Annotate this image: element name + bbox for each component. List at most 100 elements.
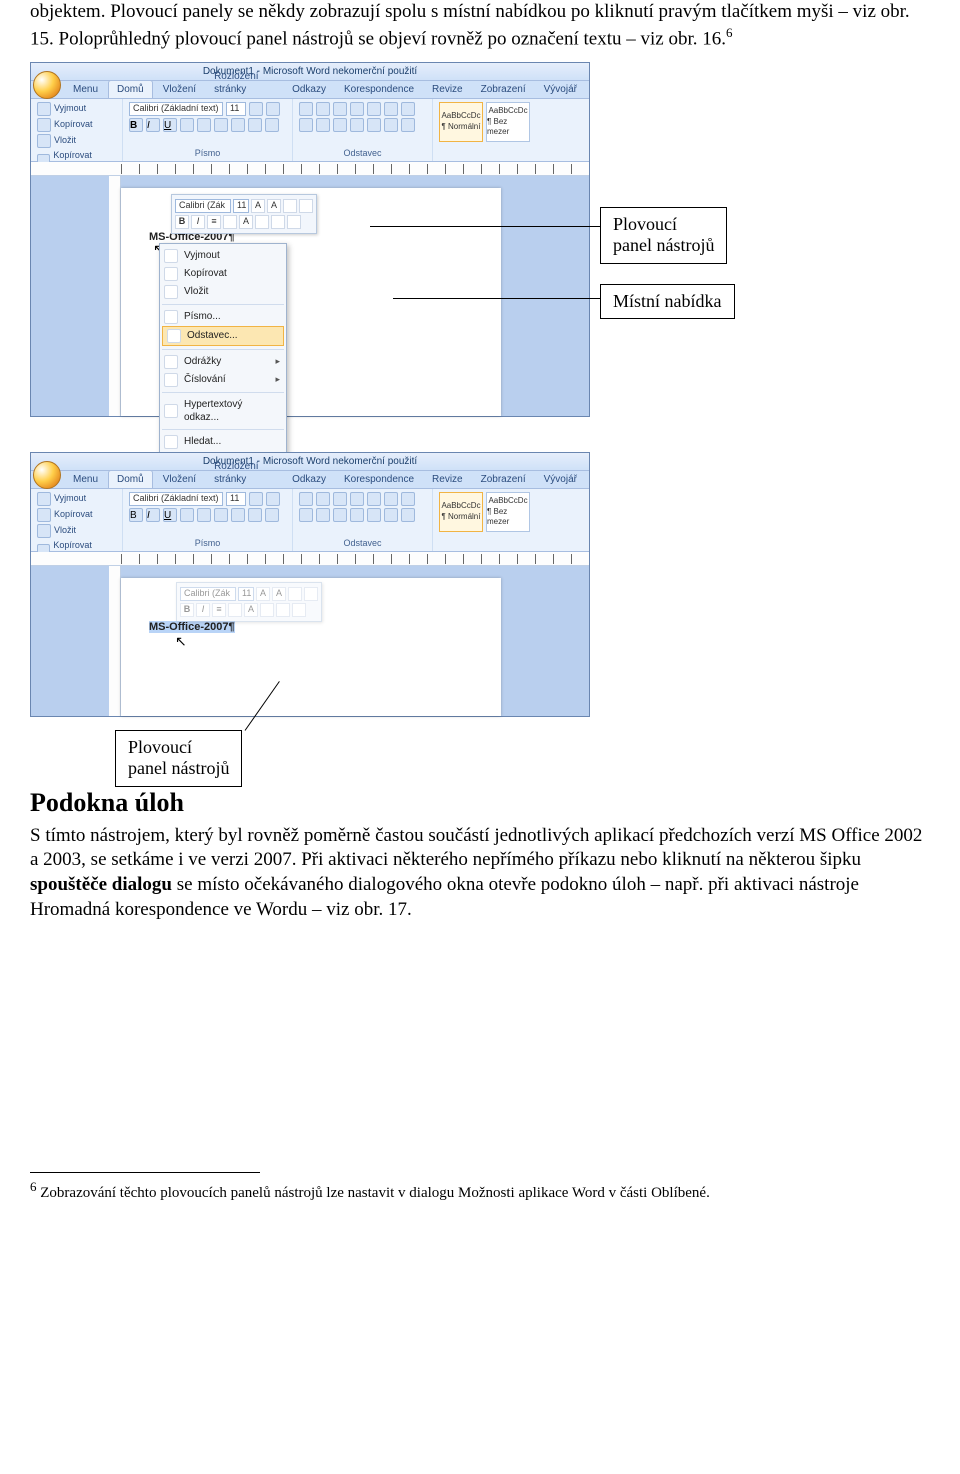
tab-home[interactable]: Domů bbox=[108, 470, 153, 488]
style-no-spacing[interactable]: AaBbCcDc ¶ Bez mezer bbox=[486, 492, 530, 532]
highlight-icon[interactable] bbox=[248, 508, 262, 522]
mini-shrink-icon[interactable]: A bbox=[272, 587, 286, 601]
vertical-ruler[interactable] bbox=[109, 566, 121, 716]
grow-font-icon[interactable] bbox=[249, 102, 263, 116]
bold-icon[interactable]: B bbox=[129, 118, 143, 132]
mini-italic-icon[interactable]: I bbox=[191, 215, 205, 229]
mini-grow-icon[interactable]: A bbox=[251, 199, 265, 213]
mini-highlight-icon[interactable] bbox=[228, 603, 242, 617]
case-icon[interactable] bbox=[231, 118, 245, 132]
align-right-icon[interactable] bbox=[333, 508, 347, 522]
mini-indent-dec-icon[interactable] bbox=[255, 215, 269, 229]
tab-dev[interactable]: Vývojář bbox=[536, 81, 585, 98]
mini-font-size[interactable]: 11 bbox=[233, 199, 249, 213]
mini-bullets-icon[interactable] bbox=[287, 215, 301, 229]
tab-menu[interactable]: Menu bbox=[65, 471, 106, 488]
tab-view[interactable]: Zobrazení bbox=[473, 471, 534, 488]
indent-inc-icon[interactable] bbox=[367, 102, 381, 116]
document-area[interactable]: MS-Office-2007¶ ↖ Calibri (Zák 11 A A B … bbox=[31, 176, 589, 416]
mini-align-icon[interactable]: ≡ bbox=[212, 603, 226, 617]
mini-font-color-icon[interactable]: A bbox=[239, 215, 253, 229]
show-marks-icon[interactable] bbox=[401, 102, 415, 116]
mini-bullets-icon[interactable] bbox=[292, 603, 306, 617]
tab-layout[interactable]: Rozložení stránky bbox=[206, 68, 282, 98]
tab-menu[interactable]: Menu bbox=[65, 81, 106, 98]
indent-inc-icon[interactable] bbox=[367, 492, 381, 506]
justify-icon[interactable] bbox=[350, 508, 364, 522]
mini-italic-icon[interactable]: I bbox=[196, 603, 210, 617]
ctx-cut[interactable]: Vyjmout bbox=[160, 247, 286, 265]
ctx-font[interactable]: Písmo... bbox=[160, 308, 286, 326]
tab-home[interactable]: Domů bbox=[108, 80, 153, 98]
mini-format-painter-icon[interactable] bbox=[304, 587, 318, 601]
underline-icon[interactable]: U bbox=[163, 508, 177, 522]
font-size-select[interactable]: 11 bbox=[226, 492, 246, 506]
tab-layout[interactable]: Rozložení stránky bbox=[206, 458, 282, 488]
paste-label[interactable]: Vložit bbox=[54, 135, 76, 147]
justify-icon[interactable] bbox=[350, 118, 364, 132]
borders-icon[interactable] bbox=[401, 508, 415, 522]
mini-bold-icon[interactable]: B bbox=[175, 215, 189, 229]
floating-mini-toolbar-faded[interactable]: Calibri (Zák 11 A A B I ≡ A bbox=[176, 582, 322, 622]
mini-styles-icon[interactable] bbox=[283, 199, 297, 213]
ctx-search[interactable]: Hledat... bbox=[160, 433, 286, 451]
mini-shrink-icon[interactable]: A bbox=[267, 199, 281, 213]
shading-icon[interactable] bbox=[384, 508, 398, 522]
line-spacing-icon[interactable] bbox=[367, 508, 381, 522]
tab-review[interactable]: Revize bbox=[424, 81, 471, 98]
horizontal-ruler[interactable] bbox=[31, 162, 589, 176]
show-marks-icon[interactable] bbox=[401, 492, 415, 506]
ctx-bullets[interactable]: Odrážky▸ bbox=[160, 353, 286, 371]
tab-dev[interactable]: Vývojář bbox=[536, 471, 585, 488]
tab-references[interactable]: Odkazy bbox=[284, 81, 334, 98]
case-icon[interactable] bbox=[231, 508, 245, 522]
copy-label[interactable]: Kopírovat bbox=[54, 119, 93, 131]
sub-icon[interactable] bbox=[197, 118, 211, 132]
paste-icon[interactable] bbox=[37, 134, 51, 148]
indent-dec-icon[interactable] bbox=[350, 102, 364, 116]
line-spacing-icon[interactable] bbox=[367, 118, 381, 132]
vertical-ruler[interactable] bbox=[109, 176, 121, 416]
mini-highlight-icon[interactable] bbox=[223, 215, 237, 229]
shrink-font-icon[interactable] bbox=[266, 102, 280, 116]
align-center-icon[interactable] bbox=[316, 508, 330, 522]
office-button[interactable] bbox=[33, 71, 61, 99]
tab-insert[interactable]: Vložení bbox=[155, 471, 204, 488]
sup-icon[interactable] bbox=[214, 118, 228, 132]
bullets-icon[interactable] bbox=[299, 102, 313, 116]
font-family-select[interactable]: Calibri (Základní text) bbox=[129, 102, 223, 116]
sort-icon[interactable] bbox=[384, 492, 398, 506]
mini-indent-inc-icon[interactable] bbox=[271, 215, 285, 229]
style-normal[interactable]: AaBbCcDc ¶ Normální bbox=[439, 492, 483, 532]
bullets-icon[interactable] bbox=[299, 492, 313, 506]
grow-font-icon[interactable] bbox=[249, 492, 263, 506]
tab-mailings[interactable]: Korespondence bbox=[336, 81, 422, 98]
ctx-hyperlink[interactable]: Hypertextový odkaz... bbox=[160, 396, 286, 426]
page[interactable]: MS-Office-2007¶ ↖ Calibri (Zák 11 A A B … bbox=[121, 578, 501, 716]
mini-align-icon[interactable]: ≡ bbox=[207, 215, 221, 229]
shading-icon[interactable] bbox=[384, 118, 398, 132]
mini-format-painter-icon[interactable] bbox=[299, 199, 313, 213]
cut-label[interactable]: Vyjmout bbox=[54, 103, 86, 115]
mini-font-size[interactable]: 11 bbox=[238, 587, 254, 601]
italic-icon[interactable]: I bbox=[146, 508, 160, 522]
align-left-icon[interactable] bbox=[299, 118, 313, 132]
bold-icon[interactable]: B bbox=[129, 508, 143, 522]
mini-styles-icon[interactable] bbox=[288, 587, 302, 601]
mini-bold-icon[interactable]: B bbox=[180, 603, 194, 617]
tab-mailings[interactable]: Korespondence bbox=[336, 471, 422, 488]
numbering-icon[interactable] bbox=[316, 492, 330, 506]
ctx-paste[interactable]: Vložit bbox=[160, 283, 286, 301]
mini-grow-icon[interactable]: A bbox=[256, 587, 270, 601]
ctx-copy[interactable]: Kopírovat bbox=[160, 265, 286, 283]
tab-references[interactable]: Odkazy bbox=[284, 471, 334, 488]
style-normal[interactable]: AaBbCcDc ¶ Normální bbox=[439, 102, 483, 142]
underline-icon[interactable]: U bbox=[163, 118, 177, 132]
numbering-icon[interactable] bbox=[316, 102, 330, 116]
tab-insert[interactable]: Vložení bbox=[155, 81, 204, 98]
strike-icon[interactable] bbox=[180, 508, 194, 522]
italic-icon[interactable]: I bbox=[146, 118, 160, 132]
mini-indent-inc-icon[interactable] bbox=[276, 603, 290, 617]
shrink-font-icon[interactable] bbox=[266, 492, 280, 506]
tab-view[interactable]: Zobrazení bbox=[473, 81, 534, 98]
